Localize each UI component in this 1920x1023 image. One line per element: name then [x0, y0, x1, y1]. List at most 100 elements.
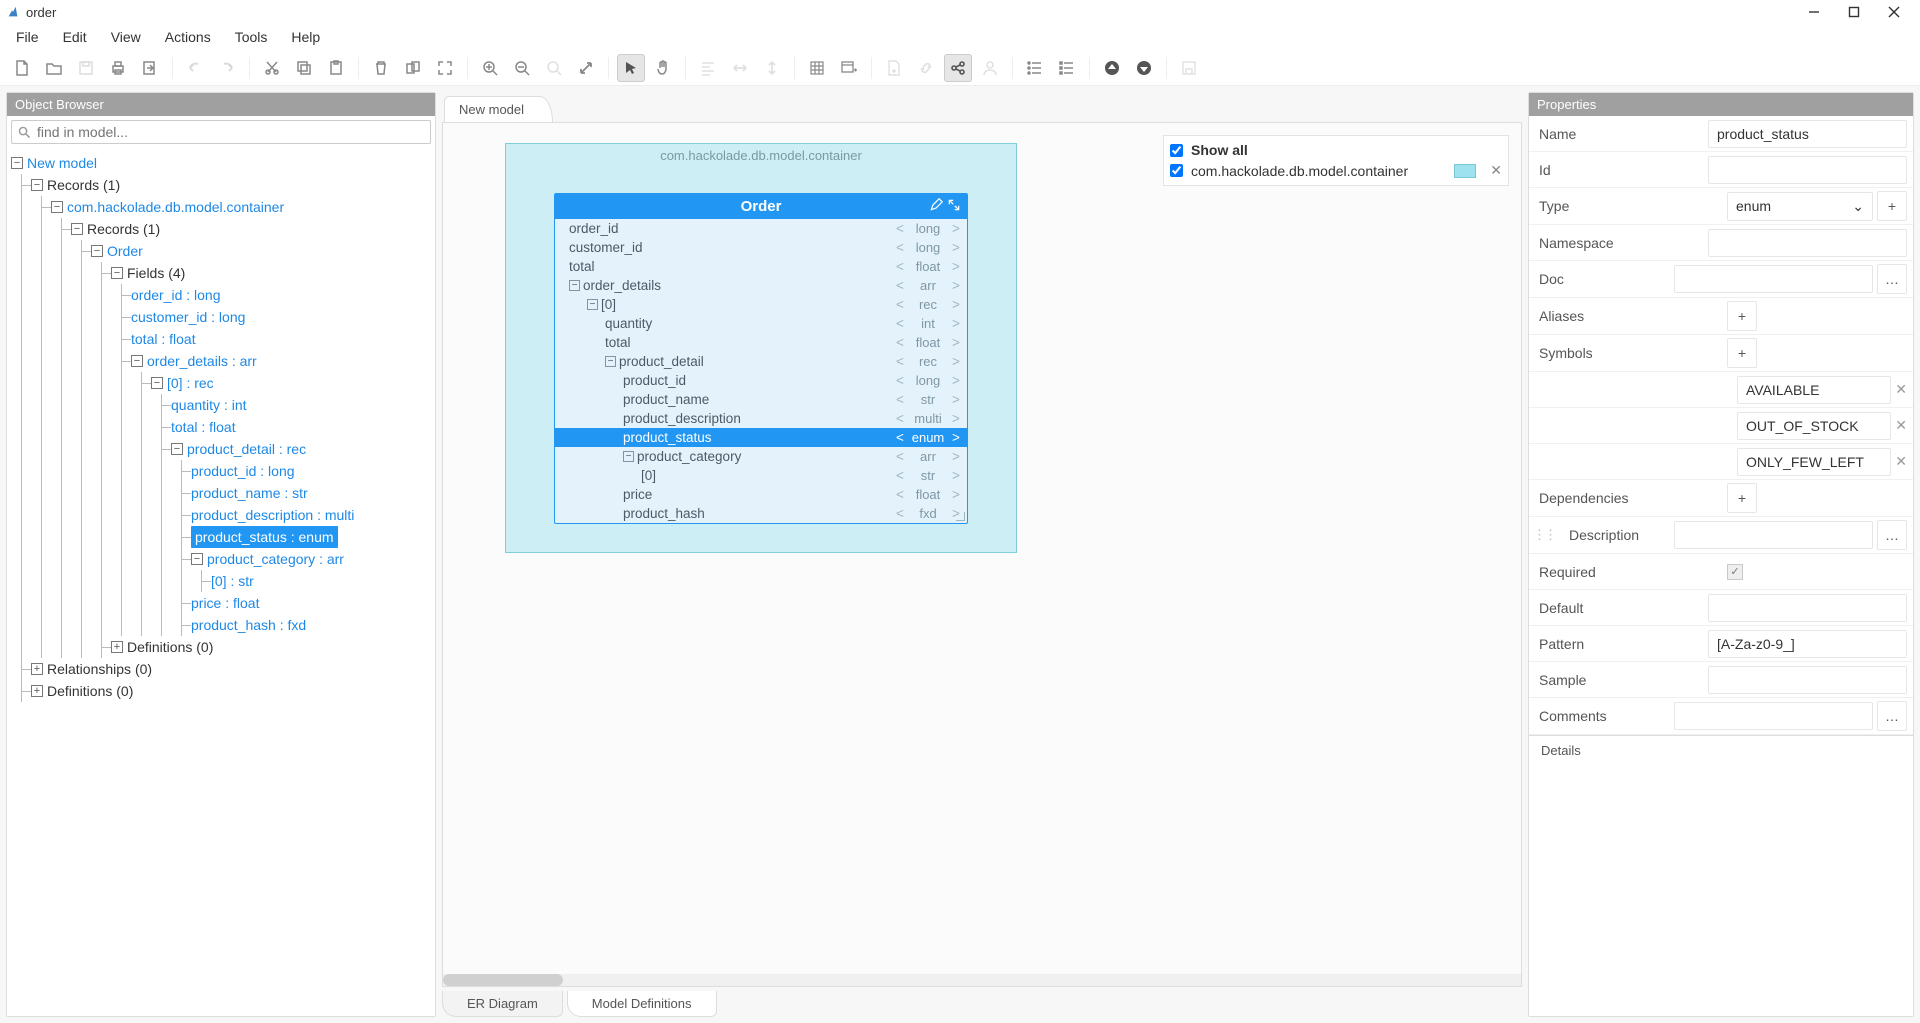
undo-icon[interactable]	[181, 54, 209, 82]
tree-item[interactable]: −product_category : arr	[11, 548, 431, 570]
prop-aliases-add-button[interactable]: +	[1727, 301, 1757, 331]
down-icon[interactable]	[1130, 54, 1158, 82]
tree-toggle-icon[interactable]: −	[191, 553, 203, 565]
prop-default-input[interactable]	[1708, 594, 1907, 622]
symbol-remove-0[interactable]: ✕	[1895, 381, 1907, 398]
tree-item[interactable]: +Relationships (0)	[11, 658, 431, 680]
tree-item[interactable]: customer_id : long	[11, 306, 431, 328]
tree-item[interactable]: −Order	[11, 240, 431, 262]
export-icon[interactable]	[136, 54, 164, 82]
prop-dependencies-add-button[interactable]: +	[1727, 483, 1757, 513]
prop-name-input[interactable]	[1708, 120, 1907, 148]
resize-icon[interactable]	[572, 54, 600, 82]
tab-model-definitions[interactable]: Model Definitions	[567, 991, 717, 1017]
copy-icon[interactable]	[290, 54, 318, 82]
menu-actions[interactable]: Actions	[155, 27, 221, 47]
tree-toggle-icon[interactable]: −	[11, 157, 23, 169]
duplicate-icon[interactable]	[399, 54, 427, 82]
menu-edit[interactable]: Edit	[53, 27, 97, 47]
delete-icon[interactable]	[367, 54, 395, 82]
prop-doc-input[interactable]	[1674, 265, 1873, 293]
tab-main[interactable]: New model	[444, 96, 553, 122]
hand-icon[interactable]	[649, 54, 677, 82]
v-arrows-icon[interactable]	[758, 54, 786, 82]
prop-type-select[interactable]: enum⌄	[1727, 192, 1873, 221]
tree-item[interactable]: −[0] : rec	[11, 372, 431, 394]
entity-field-row[interactable]: −[0]<rec>	[555, 295, 967, 314]
entity-field-row[interactable]: −product_category<arr>	[555, 447, 967, 466]
expand-icon[interactable]	[947, 198, 961, 212]
pointer-icon[interactable]	[617, 54, 645, 82]
menu-help[interactable]: Help	[281, 27, 330, 47]
tree-item[interactable]: −Records (1)	[11, 174, 431, 196]
prop-doc-more-button[interactable]: …	[1877, 264, 1907, 294]
tree-item[interactable]: +Definitions (0)	[11, 680, 431, 702]
tree-item[interactable]: −Records (1)	[11, 218, 431, 240]
zoom-icon[interactable]	[540, 54, 568, 82]
entity-field-row[interactable]: product_id<long>	[555, 371, 967, 390]
entity-field-row[interactable]: product_name<str>	[555, 390, 967, 409]
entity-order[interactable]: Order order_id<long>customer_id<long>tot…	[554, 193, 968, 524]
prop-id-input[interactable]	[1708, 156, 1907, 184]
edit-icon[interactable]	[929, 198, 943, 212]
tree-item[interactable]: −com.hackolade.db.model.container	[11, 196, 431, 218]
tree-toggle-icon[interactable]: −	[71, 223, 83, 235]
tree-item[interactable]: −order_details : arr	[11, 350, 431, 372]
tree-toggle-icon[interactable]: −	[131, 355, 143, 367]
prop-type-add-button[interactable]: +	[1877, 191, 1907, 221]
drag-handle-icon[interactable]: ⋮⋮	[1529, 527, 1559, 543]
fit-icon[interactable]	[431, 54, 459, 82]
link-icon[interactable]	[912, 54, 940, 82]
print-icon[interactable]	[104, 54, 132, 82]
tree-toggle-icon[interactable]: −	[91, 245, 103, 257]
tab-er-diagram[interactable]: ER Diagram	[442, 991, 563, 1017]
list2-icon[interactable]	[1053, 54, 1081, 82]
tree-toggle-icon[interactable]: −	[51, 201, 63, 213]
resize-handle[interactable]	[955, 511, 965, 521]
entity-field-row[interactable]: product_status<enum>	[555, 428, 967, 447]
tree-toggle-icon[interactable]: +	[31, 685, 43, 697]
tree-toggle-icon[interactable]: −	[171, 443, 183, 455]
prop-comments-more-button[interactable]: …	[1877, 701, 1907, 731]
share-icon[interactable]	[944, 54, 972, 82]
symbol-input-2[interactable]	[1737, 448, 1891, 476]
tree-item[interactable]: product_hash : fxd	[11, 614, 431, 636]
tree-item[interactable]: product_id : long	[11, 460, 431, 482]
add-doc-icon[interactable]	[880, 54, 908, 82]
save2-icon[interactable]	[1175, 54, 1203, 82]
cut-icon[interactable]	[258, 54, 286, 82]
legend-remove-icon[interactable]: ✕	[1490, 162, 1502, 179]
window-maximize-button[interactable]	[1834, 0, 1874, 24]
symbol-remove-1[interactable]: ✕	[1895, 417, 1907, 434]
tree-item[interactable]: [0] : str	[11, 570, 431, 592]
list-icon[interactable]	[1021, 54, 1049, 82]
tree-item[interactable]: −Fields (4)	[11, 262, 431, 284]
window-close-button[interactable]	[1874, 0, 1914, 24]
entity-header[interactable]: Order	[555, 194, 967, 219]
tree-item[interactable]: product_status : enum	[11, 526, 431, 548]
prop-namespace-input[interactable]	[1708, 229, 1907, 257]
entity-field-row[interactable]: quantity<int>	[555, 314, 967, 333]
entity-field-row[interactable]: price<float>	[555, 485, 967, 504]
toggle-icon[interactable]: −	[605, 356, 616, 367]
toggle-icon[interactable]: −	[623, 451, 634, 462]
diagram-container[interactable]: com.hackolade.db.model.container Order o…	[505, 143, 1017, 553]
prop-description-input[interactable]	[1674, 521, 1873, 549]
prop-required-checkbox[interactable]: ✓	[1727, 564, 1743, 580]
entity-field-row[interactable]: [0]<str>	[555, 466, 967, 485]
entity-field-row[interactable]: total<float>	[555, 333, 967, 352]
symbol-input-1[interactable]	[1737, 412, 1891, 440]
h-arrows-icon[interactable]	[726, 54, 754, 82]
tree-item[interactable]: quantity : int	[11, 394, 431, 416]
search-input[interactable]	[37, 124, 424, 140]
prop-sample-input[interactable]	[1708, 666, 1907, 694]
tree-toggle-icon[interactable]: −	[151, 377, 163, 389]
tree-item[interactable]: −product_detail : rec	[11, 438, 431, 460]
toggle-icon[interactable]: −	[587, 299, 598, 310]
tree-item[interactable]: +Definitions (0)	[11, 636, 431, 658]
toggle-icon[interactable]: −	[569, 280, 580, 291]
tree-toggle-icon[interactable]: +	[31, 663, 43, 675]
entity-field-row[interactable]: product_description<multi>	[555, 409, 967, 428]
tree-toggle-icon[interactable]: +	[111, 641, 123, 653]
tree-item[interactable]: product_description : multi	[11, 504, 431, 526]
